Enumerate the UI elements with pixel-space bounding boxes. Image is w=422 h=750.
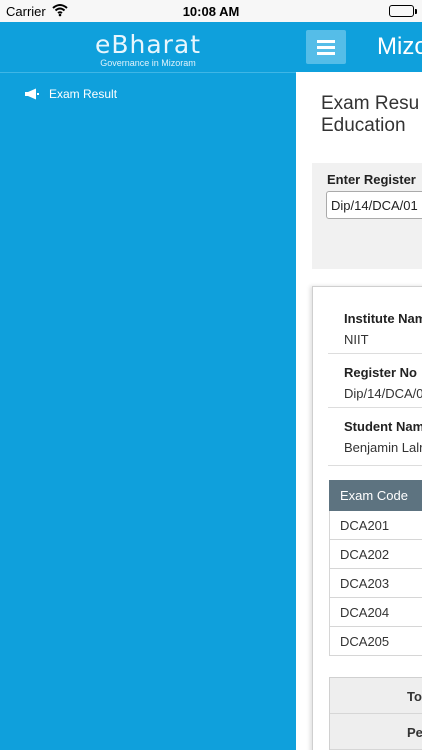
register-form: Enter Register Dip/14/DCA/01 (312, 163, 422, 269)
table-row: DCA203 (329, 568, 422, 598)
exam-table: Exam Code DCA201 DCA202 DCA203 DCA204 DC… (329, 480, 422, 656)
column-header-exam-code: Exam Code (329, 480, 422, 511)
student-value: Benjamin Lalr (344, 440, 422, 455)
register-number-input[interactable]: Dip/14/DCA/01 (326, 191, 422, 219)
main-content: Mizo Exam Resu Education Enter Register … (296, 22, 422, 750)
institute-info: Institute Nam NIIT (344, 311, 422, 347)
result-card: Institute Nam NIIT Register No Dip/14/DC… (312, 286, 422, 750)
percentage-row: Pe (330, 714, 422, 750)
table-row: DCA204 (329, 597, 422, 627)
hamburger-icon[interactable] (306, 30, 346, 64)
register-value: Dip/14/DCA/0 (344, 386, 422, 401)
register-field-label: Enter Register (327, 172, 416, 187)
sidebar-item-exam-result[interactable]: Exam Result (24, 87, 117, 101)
register-label: Register No (344, 365, 417, 380)
page-title: Exam Resu Education (321, 93, 419, 137)
sidebar-item-label: Exam Result (49, 87, 118, 101)
total-label: Tot (407, 689, 422, 704)
exam-code-cell: DCA203 (329, 568, 422, 598)
page-title-line1: Exam Resu (321, 93, 420, 114)
exam-code-cell: DCA204 (329, 597, 422, 627)
student-info: Student Nam Benjamin Lalr (344, 419, 422, 455)
divider (328, 353, 422, 354)
clock: 10:08 AM (182, 4, 240, 19)
table-row: DCA201 (329, 510, 422, 540)
ebharat-logo: eBharat Governance in Mizoram (0, 30, 296, 68)
megaphone-icon (24, 88, 40, 100)
app-title: Mizo (377, 33, 422, 60)
divider (328, 465, 422, 466)
table-row: DCA202 (329, 539, 422, 569)
institute-label: Institute Nam (344, 311, 422, 326)
institute-value: NIIT (344, 332, 369, 347)
total-row: Tot (330, 678, 422, 714)
battery-icon (389, 5, 417, 17)
percentage-label: Pe (407, 725, 422, 740)
status-bar: Carrier 10:08 AM (0, 0, 422, 22)
divider (328, 407, 422, 408)
exam-code-cell: DCA201 (329, 510, 422, 540)
logo-subtitle: Governance in Mizoram (100, 58, 196, 68)
summary-table: Tot Pe (329, 677, 422, 750)
table-row: DCA205 (329, 626, 422, 656)
register-info: Register No Dip/14/DCA/0 (344, 365, 422, 401)
student-label: Student Nam (344, 419, 422, 434)
exam-code-cell: DCA205 (329, 626, 422, 656)
exam-code-cell: DCA202 (329, 539, 422, 569)
sidebar-divider (0, 72, 296, 73)
table-header-row: Exam Code (329, 480, 422, 511)
logo-title: eBharat (94, 30, 202, 59)
page-title-line2: Education (321, 115, 406, 136)
side-menu: eBharat Governance in Mizoram Exam Resul… (0, 22, 296, 750)
top-bar: Mizo (296, 22, 422, 72)
